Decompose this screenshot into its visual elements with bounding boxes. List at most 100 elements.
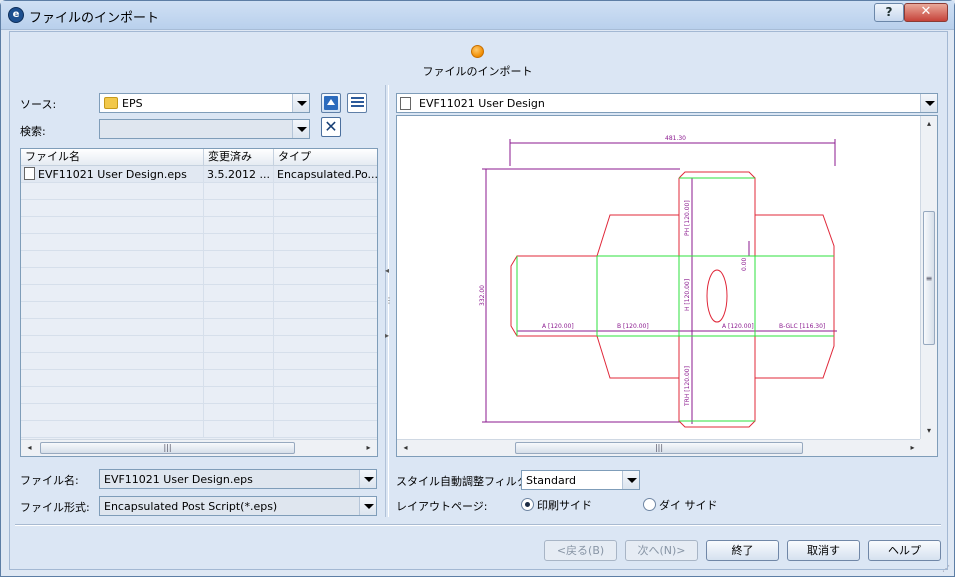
cell-name — [21, 183, 204, 200]
hscroll-thumb[interactable]: ||| — [40, 442, 295, 454]
cell-type — [274, 336, 377, 353]
chevron-down-icon[interactable] — [292, 94, 309, 112]
cell-name — [21, 404, 204, 421]
next-button[interactable]: 次へ(N)> — [625, 540, 698, 561]
close-button[interactable]: ✕ — [904, 3, 948, 22]
cell-modified — [204, 421, 274, 438]
dieline-preview: 481.30 332.00 PH [120.00] H [120.00] TRH… — [479, 135, 837, 428]
table-row — [21, 251, 377, 268]
cell-type — [274, 404, 377, 421]
cell-name: EVF11021 User Design.eps — [21, 166, 204, 183]
dim-left: 332.00 — [479, 285, 486, 306]
scroll-left-icon[interactable]: ◂ — [21, 440, 38, 456]
step-label: ファイルのインポート — [422, 65, 533, 78]
dim-top: 481.30 — [665, 135, 686, 142]
table-row — [21, 217, 377, 234]
file-icon — [24, 167, 35, 180]
style-filter-value: Standard — [526, 474, 577, 487]
cell-modified — [204, 268, 274, 285]
source-label: ソース: — [20, 98, 57, 111]
scroll-down-icon[interactable]: ▾ — [921, 423, 937, 439]
clear-search-button[interactable]: ✕ — [321, 117, 341, 137]
radio-die-side[interactable] — [643, 498, 656, 511]
collapse-left-icon[interactable]: ◂ — [385, 266, 389, 275]
radio-print-side[interactable] — [521, 498, 534, 511]
preview-file-combo[interactable]: EVF11021 User Design — [396, 93, 938, 113]
search-label: 検索: — [20, 125, 46, 138]
cancel-button[interactable]: 取消す — [787, 540, 860, 561]
scroll-left-icon[interactable]: ◂ — [397, 440, 414, 456]
chevron-down-icon[interactable] — [292, 120, 309, 138]
dim-d4: 0.00 — [741, 257, 748, 271]
table-row — [21, 200, 377, 217]
back-button[interactable]: <戻る(B) — [544, 540, 617, 561]
dim-d2: H [120.00] — [684, 279, 691, 311]
filename-combo[interactable]: EVF11021 User Design.eps — [99, 469, 377, 489]
column-header-type[interactable]: タイプ — [274, 149, 377, 166]
resize-grip-icon[interactable]: ⋰ — [942, 564, 952, 574]
radio-die-side-label[interactable]: ダイ サイド — [659, 497, 718, 513]
file-list-hscrollbar[interactable]: ◂ ||| ▸ — [21, 439, 377, 456]
file-list: ファイル名 変更済み タイプ EVF11021 User Design.eps 3… — [20, 148, 378, 457]
dimension-lines — [482, 139, 837, 424]
window-title: ファイルのインポート — [29, 11, 160, 26]
chevron-down-icon[interactable] — [920, 94, 937, 112]
cell-name — [21, 217, 204, 234]
cell-modified — [204, 200, 274, 217]
style-filter-combo[interactable]: Standard — [521, 470, 640, 490]
cell-modified — [204, 404, 274, 421]
cell-modified: 3.5.2012 ... — [204, 166, 274, 183]
cell-name — [21, 353, 204, 370]
folder-icon — [104, 97, 118, 109]
scroll-up-icon[interactable]: ▴ — [921, 116, 937, 132]
footer-separator — [15, 524, 941, 526]
filetype-label: ファイル形式: — [20, 501, 90, 514]
folder-up-icon — [324, 96, 338, 110]
vscroll-thumb[interactable]: ≡ — [923, 211, 935, 345]
preview-file-value: EVF11021 User Design — [419, 97, 545, 110]
column-header-name[interactable]: ファイル名 — [21, 149, 204, 166]
chevron-down-icon[interactable] — [622, 471, 639, 489]
table-row — [21, 285, 377, 302]
finish-button[interactable]: 終了 — [706, 540, 779, 561]
cell-modified-text: 3.5.2012 ... — [207, 168, 270, 181]
cell-name — [21, 370, 204, 387]
cell-type — [274, 387, 377, 404]
cell-type — [274, 319, 377, 336]
hscroll-thumb[interactable]: ||| — [515, 442, 803, 454]
splitter-grip-icon[interactable]: ⋮ — [385, 296, 393, 305]
import-dialog: e ファイルのインポート ? ✕ ファイルのインポート ソース: EPS 検索:… — [0, 0, 955, 577]
table-row — [21, 353, 377, 370]
folder-up-button[interactable] — [321, 93, 341, 113]
cell-type — [274, 268, 377, 285]
scroll-right-icon[interactable]: ▸ — [904, 440, 921, 456]
cell-modified — [204, 251, 274, 268]
cut-lines — [510, 171, 835, 428]
chevron-down-icon[interactable] — [359, 470, 376, 488]
cell-modified — [204, 285, 274, 302]
help-title-button[interactable]: ? — [874, 3, 904, 22]
scroll-right-icon[interactable]: ▸ — [360, 440, 377, 456]
cell-type — [274, 234, 377, 251]
source-combo[interactable]: EPS — [99, 93, 310, 113]
radio-print-side-label[interactable]: 印刷サイド — [537, 497, 592, 513]
table-row — [21, 370, 377, 387]
table-row[interactable]: EVF11021 User Design.eps 3.5.2012 ... Enca… — [21, 166, 377, 183]
collapse-right-icon[interactable]: ▸ — [385, 331, 389, 340]
table-row — [21, 319, 377, 336]
column-header-modified[interactable]: 変更済み — [204, 149, 274, 166]
cell-modified — [204, 353, 274, 370]
filetype-combo[interactable]: Encapsulated Post Script(*.eps) — [99, 496, 377, 516]
cell-modified — [204, 336, 274, 353]
help-button[interactable]: ヘルプ — [868, 540, 941, 561]
preview-vscrollbar[interactable]: ▴ ≡ ▾ — [920, 116, 937, 439]
list-view-icon — [351, 97, 364, 110]
cell-name — [21, 387, 204, 404]
cell-name — [21, 421, 204, 438]
table-row — [21, 404, 377, 421]
search-combo[interactable] — [99, 119, 310, 139]
preview-hscrollbar[interactable]: ◂ ||| ▸ — [397, 439, 921, 456]
chevron-down-icon[interactable] — [359, 497, 376, 515]
file-list-rows: EVF11021 User Design.eps 3.5.2012 ... Enca… — [21, 166, 377, 438]
list-view-button[interactable] — [347, 93, 367, 113]
